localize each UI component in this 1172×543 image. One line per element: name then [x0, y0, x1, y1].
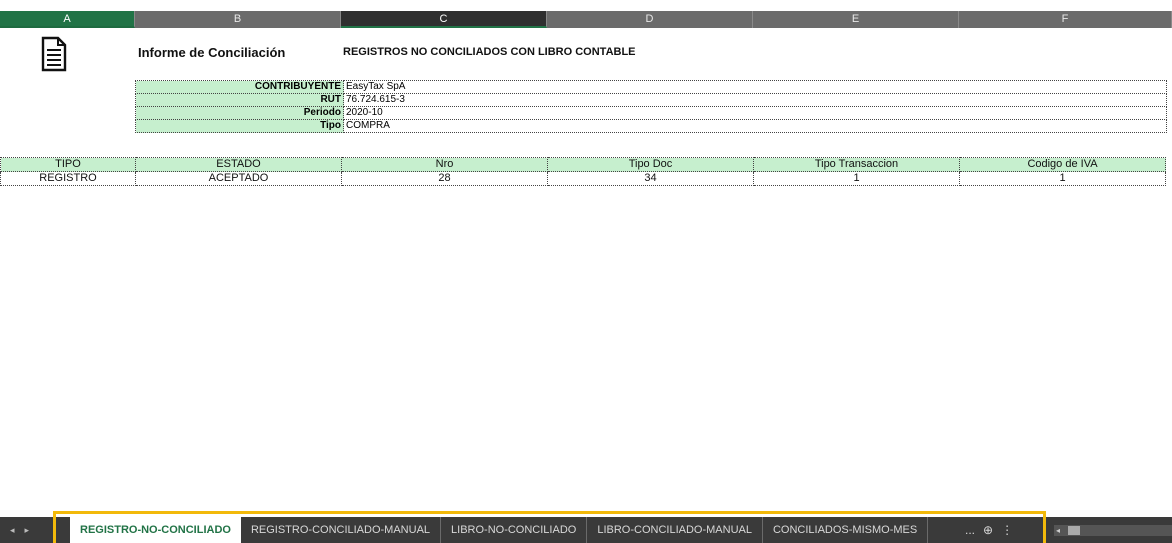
info-value-rut[interactable]: 76.724.615-3	[343, 93, 1167, 107]
cell-tipo-transaccion[interactable]: 1	[753, 171, 960, 186]
scroll-right-icon[interactable]: ▸	[25, 525, 30, 536]
report-subtitle: REGISTROS NO CONCILIADOS CON LIBRO CONTA…	[343, 46, 636, 58]
tab-controls: ... ⊕ ⋮	[965, 517, 1021, 543]
cell-tipo[interactable]: REGISTRO	[0, 171, 136, 186]
info-key-rut[interactable]: RUT	[135, 93, 344, 107]
header-nro[interactable]: Nro	[341, 157, 548, 172]
sheet-tabs: REGISTRO-NO-CONCILIADO REGISTRO-CONCILIA…	[70, 517, 929, 543]
table-row: REGISTRO ACEPTADO 28 34 1 1	[0, 171, 1166, 186]
column-header-b[interactable]: B	[135, 11, 341, 28]
info-row: RUT 76.724.615-3	[135, 93, 1167, 107]
info-key-tipo[interactable]: Tipo	[135, 119, 344, 133]
info-key-contribuyente[interactable]: CONTRIBUYENTE	[135, 80, 344, 94]
info-row: Periodo 2020-10	[135, 106, 1167, 120]
table-header-row: TIPO ESTADO Nro Tipo Doc Tipo Transaccio…	[0, 157, 1166, 172]
cell-tipo-doc[interactable]: 34	[547, 171, 754, 186]
document-icon	[41, 36, 67, 72]
info-row: CONTRIBUYENTE EasyTax SpA	[135, 80, 1167, 94]
tab-conciliados-mismo-mes[interactable]: CONCILIADOS-MISMO-MES	[763, 517, 929, 543]
tab-libro-conciliado-manual[interactable]: LIBRO-CONCILIADO-MANUAL	[587, 517, 763, 543]
horizontal-scrollbar[interactable]: ◂	[1054, 525, 1172, 536]
header-tipo[interactable]: TIPO	[0, 157, 136, 172]
records-table: TIPO ESTADO Nro Tipo Doc Tipo Transaccio…	[0, 157, 1166, 186]
sheet-tab-bar: ◂ ▸ REGISTRO-NO-CONCILIADO REGISTRO-CONC…	[0, 517, 1172, 543]
column-header-a[interactable]: A	[0, 11, 135, 28]
column-header-f[interactable]: F	[959, 11, 1172, 28]
info-value-tipo[interactable]: COMPRA	[343, 119, 1167, 133]
column-header-e[interactable]: E	[753, 11, 959, 28]
more-tabs-button[interactable]: ...	[965, 523, 975, 537]
column-header-bar: A B C D E F	[0, 11, 1172, 28]
report-title: Informe de Conciliación	[138, 45, 286, 60]
tab-libro-no-conciliado[interactable]: LIBRO-NO-CONCILIADO	[441, 517, 588, 543]
plus-circle-icon[interactable]: ⊕	[983, 523, 993, 537]
cell-estado[interactable]: ACEPTADO	[135, 171, 342, 186]
sheet-nav-arrows: ◂ ▸	[0, 517, 56, 543]
info-value-contribuyente[interactable]: EasyTax SpA	[343, 80, 1167, 94]
splitter-icon[interactable]: ⋮	[1001, 523, 1013, 537]
cell-nro[interactable]: 28	[341, 171, 548, 186]
info-value-periodo[interactable]: 2020-10	[343, 106, 1167, 120]
header-codigo-iva[interactable]: Codigo de IVA	[959, 157, 1166, 172]
tab-registro-conciliado-manual[interactable]: REGISTRO-CONCILIADO-MANUAL	[241, 517, 442, 543]
column-header-c[interactable]: C	[341, 11, 547, 28]
scroll-left-icon[interactable]: ◂	[10, 525, 15, 536]
info-row: Tipo COMPRA	[135, 119, 1167, 133]
cell-codigo-iva[interactable]: 1	[959, 171, 1166, 186]
header-tipo-transaccion[interactable]: Tipo Transaccion	[753, 157, 960, 172]
header-estado[interactable]: ESTADO	[135, 157, 342, 172]
tab-registro-no-conciliado[interactable]: REGISTRO-NO-CONCILIADO	[70, 517, 241, 543]
scroll-left-arrow-icon[interactable]: ◂	[1056, 526, 1060, 535]
report-info-table: CONTRIBUYENTE EasyTax SpA RUT 76.724.615…	[135, 80, 1167, 133]
column-header-d[interactable]: D	[547, 11, 753, 28]
info-key-periodo[interactable]: Periodo	[135, 106, 344, 120]
header-tipo-doc[interactable]: Tipo Doc	[547, 157, 754, 172]
scrollbar-thumb[interactable]	[1068, 526, 1080, 535]
